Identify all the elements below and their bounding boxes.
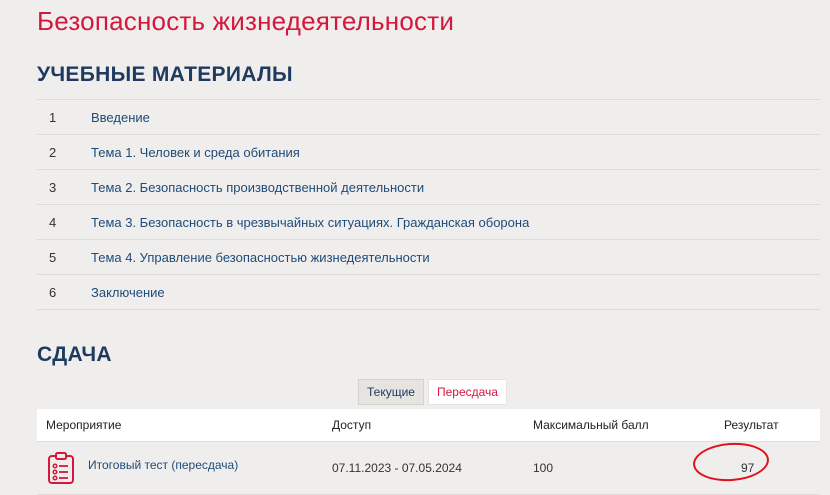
material-link-intro[interactable]: Введение [91,110,150,125]
column-header-access: Доступ [332,418,372,432]
final-test-link[interactable]: Итоговый тест (пересдача) [88,458,238,472]
material-link-conclusion[interactable]: Заключение [91,285,165,300]
item-number: 5 [49,249,57,265]
tab-retake[interactable]: Пересдача [427,379,507,405]
materials-list: 1 Введение 2 Тема 1. Человек и среда оби… [37,99,820,310]
column-header-max-score: Максимальный балл [533,418,649,432]
list-item: 2 Тема 1. Человек и среда обитания [37,135,820,170]
item-number: 4 [49,214,57,230]
result-cell: 97 [691,440,820,484]
list-item: 6 Заключение [37,275,820,310]
submission-tabs: Текущие Пересдача [358,379,507,405]
material-link-topic-4[interactable]: Тема 4. Управление безопасностью жизнеде… [91,250,430,265]
page-title: Безопасность жизнедеятельности [37,6,455,36]
material-link-topic-1[interactable]: Тема 1. Человек и среда обитания [91,145,300,160]
column-header-result: Результат [724,418,779,432]
clipboard-list-icon[interactable] [46,451,76,485]
item-number: 3 [49,179,57,195]
submission-table: Мероприятие Доступ Максимальный балл Рез… [37,409,820,495]
table-header: Мероприятие Доступ Максимальный балл Рез… [37,409,820,442]
materials-section-title: УЧЕБНЫЕ МАТЕРИАЛЫ [37,63,293,86]
item-number: 6 [49,284,57,300]
submission-section-title: СДАЧА [37,343,112,366]
event-cell: Итоговый тест (пересдача) [37,451,332,485]
list-item: 1 Введение [37,100,820,135]
table-row: Итоговый тест (пересдача) 07.11.2023 - 0… [37,440,820,495]
item-number: 2 [49,144,57,160]
column-header-event: Мероприятие [46,418,122,432]
material-link-topic-2[interactable]: Тема 2. Безопасность производственной де… [91,180,424,195]
list-item: 5 Тема 4. Управление безопасностью жизне… [37,240,820,275]
list-item: 4 Тема 3. Безопасность в чрезвычайных си… [37,205,820,240]
tab-current[interactable]: Текущие [358,379,424,405]
item-number: 1 [49,109,57,125]
material-link-topic-3[interactable]: Тема 3. Безопасность в чрезвычайных ситу… [91,215,529,230]
list-item: 3 Тема 2. Безопасность производственной … [37,170,820,205]
red-circle-annotation [691,440,771,484]
access-dates: 07.11.2023 - 07.05.2024 [332,461,462,475]
